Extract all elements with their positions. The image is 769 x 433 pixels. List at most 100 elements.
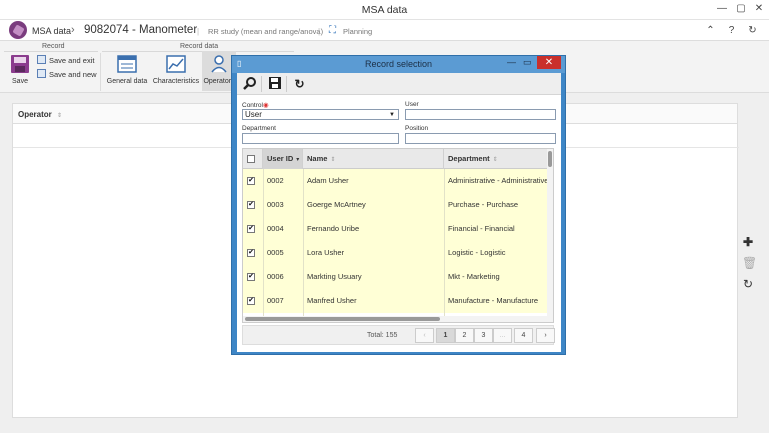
- page-2-button[interactable]: 2: [455, 328, 474, 343]
- dialog-close-button[interactable]: ✕: [537, 56, 561, 69]
- ribbon-group-record-data-label: Record data: [180, 43, 219, 50]
- cell-name: Manfred Usher: [307, 296, 357, 305]
- dialog-toolbar: ↻: [237, 73, 561, 95]
- cell-user-id: 0004: [267, 224, 284, 233]
- table-row[interactable]: ✔ 0002 Adam Usher Administrative - Administ…: [243, 169, 547, 193]
- control-label-text: Control: [242, 102, 263, 109]
- breadcrumb-chevron-icon: ›: [71, 24, 75, 36]
- department-field[interactable]: [242, 133, 399, 144]
- breadcrumb-msa-data[interactable]: MSA data: [32, 26, 71, 36]
- row-checkbox[interactable]: ✔: [247, 249, 255, 257]
- user-field[interactable]: [405, 109, 556, 120]
- page-ellipsis: ...: [493, 328, 512, 343]
- cell-department: Mkt - Marketing: [448, 272, 500, 281]
- ribbon-group-record-label: Record: [42, 43, 65, 50]
- refresh-list-icon[interactable]: ↻: [742, 278, 754, 290]
- close-window-button[interactable]: ✕: [750, 2, 768, 16]
- ribbon-group-line: [102, 51, 294, 52]
- select-all-cell: [243, 149, 263, 169]
- cell-name: Markting Usuary: [307, 272, 362, 281]
- table-row[interactable]: ✔ 0004 Fernando Uribe Financial - Financial: [243, 217, 547, 241]
- column-department[interactable]: Department ⇕: [444, 149, 553, 169]
- position-label: Position: [405, 125, 429, 132]
- sort-icon: ⇕: [492, 157, 498, 163]
- search-icon[interactable]: [241, 76, 258, 92]
- operators-icon: [211, 55, 227, 73]
- cell-name: Adam Usher: [307, 176, 349, 185]
- table-row[interactable]: ✔ 0007 Manfred Usher Manufacture - Manufact…: [243, 289, 547, 313]
- general-data-button[interactable]: General data: [105, 55, 149, 85]
- save-selection-icon[interactable]: [266, 76, 283, 92]
- save-button[interactable]: Save: [8, 55, 32, 85]
- cell-user-id: 0006: [267, 272, 284, 281]
- grid-column-divider: [444, 169, 445, 322]
- delete-icon[interactable]: 🗑: [742, 257, 757, 269]
- cell-department: Logistic - Logistic: [448, 248, 506, 257]
- row-checkbox[interactable]: ✔: [247, 225, 255, 233]
- dialog-maximize-button[interactable]: ▭: [523, 57, 532, 68]
- characteristics-icon: [166, 55, 186, 73]
- ribbon-divider: [100, 53, 101, 91]
- select-all-checkbox[interactable]: [247, 155, 255, 163]
- row-checkbox[interactable]: ✔: [247, 177, 255, 185]
- column-user-id[interactable]: User ID ▾: [263, 149, 303, 169]
- cell-department: Manufacture - Manufacture: [448, 296, 539, 305]
- table-row[interactable]: ✔ 0006 Markting Usuary Mkt - Marketing: [243, 265, 547, 289]
- cell-user-id: 0002: [267, 176, 284, 185]
- department-label: Department: [242, 125, 276, 132]
- save-and-new-label: Save and new: [49, 70, 97, 79]
- column-department-label: Department: [448, 154, 490, 163]
- minimize-button[interactable]: —: [713, 2, 731, 16]
- save-and-exit-button[interactable]: Save and exit: [37, 55, 94, 65]
- cell-department: Purchase - Purchase: [448, 200, 519, 209]
- dialog-title-bar: ▯ Record selection — ▭ ✕: [232, 56, 565, 73]
- tab-rr-study[interactable]: RR study (mean and range/anova): [208, 27, 323, 36]
- vertical-scroll-thumb[interactable]: [548, 151, 552, 167]
- help-icon[interactable]: ?: [725, 24, 738, 37]
- app-header: MSA data › 9082074 - Manometer | RR stud…: [0, 20, 769, 41]
- cell-name: Lora Usher: [307, 248, 345, 257]
- grid-column-divider: [303, 169, 304, 322]
- prev-page-button[interactable]: ‹: [415, 328, 434, 343]
- row-checkbox[interactable]: ✔: [247, 273, 255, 281]
- maximize-button[interactable]: ▢: [732, 2, 750, 16]
- row-checkbox[interactable]: ✔: [247, 201, 255, 209]
- collapse-icon[interactable]: ⌃: [704, 24, 717, 37]
- horizontal-scroll-thumb[interactable]: [245, 317, 440, 321]
- cell-user-id: 0003: [267, 200, 284, 209]
- control-select-value: User: [245, 110, 262, 119]
- user-label: User: [405, 101, 419, 108]
- page-3-button[interactable]: 3: [474, 328, 493, 343]
- next-page-button[interactable]: ›: [536, 328, 555, 343]
- toolbar-divider: [261, 76, 262, 92]
- characteristics-button[interactable]: Characteristics: [152, 55, 200, 85]
- column-operator[interactable]: Operator ⇕: [18, 110, 62, 119]
- position-field[interactable]: [405, 133, 556, 144]
- tab-planning[interactable]: Planning: [343, 27, 372, 36]
- horizontal-scrollbar[interactable]: [243, 316, 553, 322]
- grid-column-divider: [263, 169, 264, 322]
- row-checkbox[interactable]: ✔: [247, 297, 255, 305]
- page-4-button[interactable]: 4: [514, 328, 533, 343]
- planning-icon: ⛶: [329, 25, 336, 36]
- add-icon[interactable]: ✚: [742, 236, 754, 248]
- dialog-minimize-button[interactable]: —: [507, 57, 516, 67]
- cell-user-id: 0005: [267, 248, 284, 257]
- sort-icon: ⇕: [330, 157, 336, 163]
- page-1-button[interactable]: 1: [436, 328, 455, 343]
- window-title: MSA data: [361, 4, 408, 16]
- save-and-new-button[interactable]: Save and new: [37, 69, 97, 79]
- vertical-scrollbar[interactable]: [547, 149, 553, 322]
- table-row[interactable]: ✔ 0005 Lora Usher Logistic - Logistic: [243, 241, 547, 265]
- reload-icon[interactable]: ↻: [291, 76, 308, 92]
- pagination-bar: Total: 155 ‹ 1 2 3 ... 4 ›: [242, 325, 555, 345]
- control-select[interactable]: User ▼: [242, 109, 399, 120]
- record-selection-dialog: ▯ Record selection — ▭ ✕ ↻ Control◉ User…: [231, 55, 566, 355]
- refresh-icon[interactable]: ↻: [746, 24, 759, 37]
- ribbon-group-line: [4, 51, 98, 52]
- column-name[interactable]: Name ⇕: [303, 149, 444, 169]
- cell-name: Goerge McArtney: [307, 200, 366, 209]
- table-row[interactable]: ✔ 0003 Goerge McArtney Purchase - Purchase: [243, 193, 547, 217]
- save-exit-icon: [37, 55, 46, 64]
- save-and-exit-label: Save and exit: [49, 56, 95, 65]
